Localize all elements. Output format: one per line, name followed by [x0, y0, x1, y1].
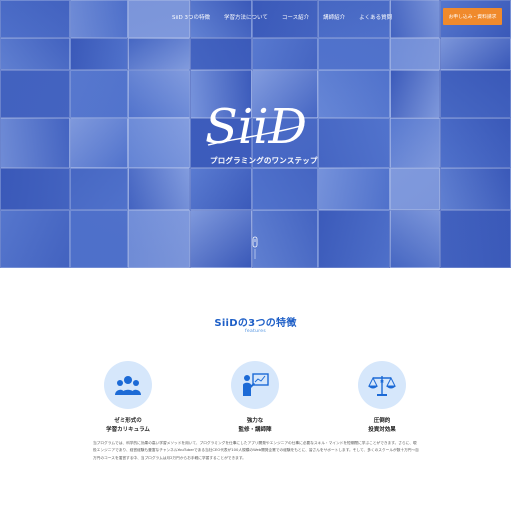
- svg-text:¥: ¥: [380, 380, 384, 386]
- feature-seminar: ゼミ形式の 学習カリキュラム: [93, 361, 163, 434]
- group-icon: [115, 376, 141, 395]
- feature-label: ゼミ形式の 学習カリキュラム: [106, 418, 150, 433]
- features-subtitle: features: [245, 329, 266, 334]
- apply-button[interactable]: お申し込み・資料請求: [443, 8, 502, 25]
- feature-icon-circle: [231, 361, 279, 409]
- hero-section: SiiD 3つの特徴 学習方法について コース紹介 講師紹介 よくある質問 お申…: [0, 0, 511, 268]
- instructor-presentation-icon: [243, 373, 269, 396]
- feature-icon-circle: ¥: [358, 361, 406, 409]
- feature-instructors: 強力な 監修・講師陣: [220, 361, 290, 434]
- scroll-indicator-icon[interactable]: [251, 236, 259, 260]
- nav-item-courses[interactable]: コース紹介: [282, 13, 309, 21]
- feature-label: 強力な 監修・講師陣: [238, 418, 272, 433]
- feature-icon-circle: [104, 361, 152, 409]
- scale-yen-icon: ¥: [368, 376, 396, 396]
- nav-item-instructors[interactable]: 講師紹介: [323, 13, 345, 21]
- feature-label: 圧倒的 投資対効果: [368, 418, 396, 433]
- main-nav: SiiD 3つの特徴 学習方法について コース紹介 講師紹介 よくある質問: [172, 13, 406, 21]
- nav-item-learning[interactable]: 学習方法について: [224, 13, 268, 21]
- program-description: 当プログラムでは、科学的に効果の高い学習メソッドを用いて、プログラミングを仕事に…: [93, 440, 419, 460]
- features-title: SiiDの3つの特徴: [214, 318, 297, 329]
- nav-item-features[interactable]: SiiD 3つの特徴: [172, 13, 210, 21]
- feature-value: ¥ 圧倒的 投資対効果: [347, 361, 417, 434]
- hero-tagline: プログラミングのワンステップ: [210, 156, 318, 165]
- siid-logo: SiiD: [205, 99, 307, 155]
- nav-item-faq[interactable]: よくある質問: [359, 13, 392, 21]
- logo-text: SiiD: [205, 99, 307, 155]
